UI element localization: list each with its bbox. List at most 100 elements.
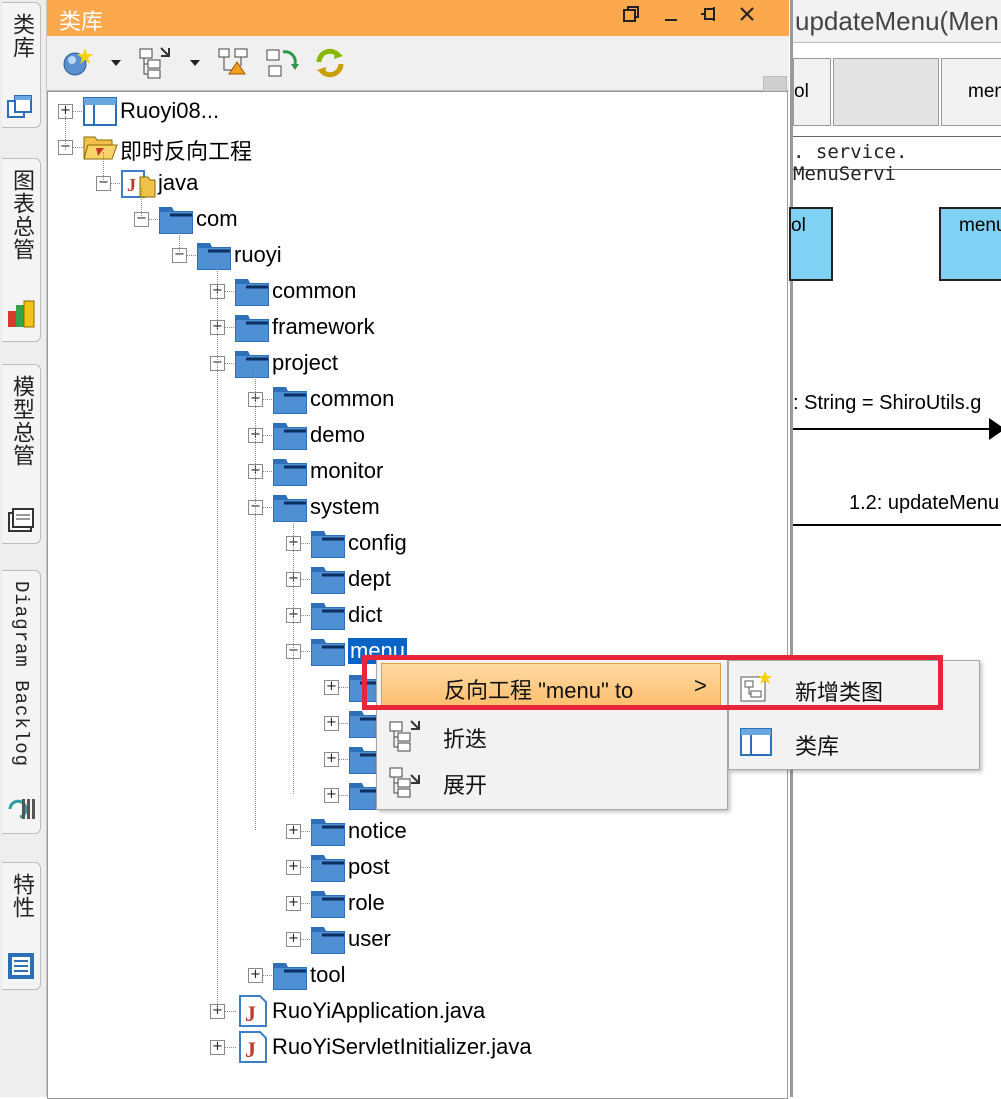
menu-item-reverse-engineer[interactable]: 反向工程 "menu" to > (381, 663, 721, 707)
diagram-header-cell (833, 58, 939, 126)
expand-toggle-icon[interactable]: + (324, 716, 339, 731)
tree-node-label: RuoYiServletInitializer.java (272, 1034, 532, 1059)
tab-properties[interactable]: 特性 (2, 862, 41, 990)
restore-icon[interactable] (619, 4, 643, 30)
panel-title: 类库 (59, 9, 104, 34)
tree-guide-line (217, 260, 218, 1010)
tree-node-label: project (272, 350, 339, 375)
menu-item-collapse-label: 折迭 (443, 727, 488, 752)
left-dock: 类库 图表总管 模型总管 Diagram Backlog 特性 (0, 0, 47, 1097)
tree-node[interactable]: + framework (48, 310, 783, 344)
diagram-navigator-icon (8, 300, 35, 328)
lifeline-box[interactable]: ol (789, 207, 833, 281)
tree-node[interactable]: + notice (48, 814, 783, 848)
expand-toggle-icon[interactable]: + (324, 788, 339, 803)
tree-node[interactable]: + Ruoyi08... (48, 94, 783, 128)
expand-toggle-icon[interactable]: + (286, 896, 301, 911)
library-icon (7, 95, 32, 118)
package-icon (272, 455, 308, 487)
package-icon (310, 599, 346, 631)
tree-node[interactable]: + tool (48, 958, 783, 992)
collapse-dropdown[interactable] (190, 60, 200, 66)
tree-node[interactable]: + common (48, 274, 783, 308)
refresh-model-icon[interactable] (265, 46, 299, 80)
model-tree: + Ruoyi08... − 即时反向工程 − Jjava − com − ruoyi + commo… (47, 91, 788, 1099)
package-icon (272, 491, 308, 523)
diagram-tab[interactable]: updateMenu(Men (793, 0, 1001, 43)
model-tree-icon[interactable] (217, 46, 251, 80)
message-label: 1.2: updateMenu (849, 492, 1000, 514)
minimize-icon[interactable] (659, 4, 683, 30)
menu-item-expand[interactable]: 展开 (381, 759, 721, 803)
expand-icon (389, 767, 420, 798)
expand-toggle-icon[interactable]: + (286, 824, 301, 839)
tree-node[interactable]: + dept (48, 562, 783, 596)
expand-toggle-icon[interactable]: + (286, 932, 301, 947)
java-file-icon: J (234, 995, 270, 1027)
tree-node-label: dept (348, 566, 391, 591)
tree-node[interactable]: + monitor (48, 454, 783, 488)
tree-node-label: tool (310, 962, 346, 987)
tab-library-label: 类库 (9, 13, 34, 59)
tree-node-label: common (272, 278, 357, 303)
tab-model-navigator-label: 模型总管 (9, 375, 34, 467)
tree-node-label: notice (348, 818, 407, 843)
open-folder-icon (82, 131, 118, 163)
tree-node[interactable]: − 即时反向工程 (48, 130, 783, 164)
diagram-service-lane: . service. MenuServi (793, 136, 1001, 185)
package-icon (272, 383, 308, 415)
new-element-dropdown[interactable] (111, 60, 121, 66)
tree-node[interactable]: + common (48, 382, 783, 416)
tree-node[interactable]: − Jjava (48, 166, 783, 200)
java-file-icon: J (234, 1031, 270, 1063)
tree-node[interactable]: − com (48, 202, 783, 236)
collapse-tree-icon[interactable] (137, 46, 171, 80)
tab-diagram-backlog[interactable]: Diagram Backlog (2, 570, 41, 834)
package-icon (234, 347, 270, 379)
menu-item-collapse[interactable]: 折迭 (381, 713, 721, 757)
tab-diagram-backlog-label: Diagram Backlog (10, 581, 32, 768)
tree-node[interactable]: + user (48, 922, 783, 956)
svg-text:J: J (245, 1001, 256, 1026)
package-icon (310, 887, 346, 919)
tree-node[interactable]: − project (48, 346, 783, 380)
tree-node[interactable]: + post (48, 850, 783, 884)
menu-item-class-library[interactable]: 类库 (733, 719, 973, 765)
close-icon[interactable] (735, 4, 759, 30)
tree-node[interactable]: + J RuoYiServletInitializer.java (48, 1030, 783, 1064)
tree-node[interactable]: + demo (48, 418, 783, 452)
tree-node[interactable]: − system (48, 490, 783, 524)
expand-toggle-icon[interactable]: + (286, 860, 301, 875)
expand-toggle-icon[interactable]: + (324, 680, 339, 695)
sync-icon[interactable] (313, 46, 347, 80)
menu-item-new-class-diagram[interactable]: 新增类图 (733, 665, 973, 711)
tree-guide-line (255, 368, 256, 830)
tab-model-navigator[interactable]: 模型总管 (2, 364, 41, 544)
lifeline-box[interactable]: menu (939, 207, 1001, 281)
tree-node[interactable]: + role (48, 886, 783, 920)
message-arrow[interactable] (793, 428, 1001, 430)
collapse-icon (389, 720, 420, 752)
package-icon (310, 563, 346, 595)
tree-node[interactable]: + J RuoYiApplication.java (48, 994, 783, 1028)
message-arrow[interactable] (793, 524, 1001, 526)
new-element-icon[interactable] (61, 46, 95, 80)
package-icon (234, 311, 270, 343)
menu-item-reverse-engineer-label: 反向工程 "menu" to (444, 678, 634, 703)
tree-node-label: demo (310, 422, 366, 447)
tree-node[interactable]: − ruoyi (48, 238, 783, 272)
svg-text:J: J (127, 175, 136, 195)
model-navigator-icon (8, 508, 34, 532)
pin-icon[interactable] (697, 4, 721, 30)
expand-toggle-icon[interactable]: + (324, 752, 339, 767)
class-library-icon (740, 728, 772, 756)
package-icon (234, 275, 270, 307)
tab-library[interactable]: 类库 (2, 2, 41, 128)
expand-toggle-icon[interactable]: + (210, 1040, 225, 1055)
tab-diagram-navigator[interactable]: 图表总管 (2, 158, 41, 342)
tree-node[interactable]: + config (48, 526, 783, 560)
tree-guide-line (141, 188, 142, 218)
tree-node[interactable]: + dict (48, 598, 783, 632)
new-class-diagram-icon (740, 671, 772, 702)
expand-toggle-icon[interactable]: + (248, 968, 263, 983)
